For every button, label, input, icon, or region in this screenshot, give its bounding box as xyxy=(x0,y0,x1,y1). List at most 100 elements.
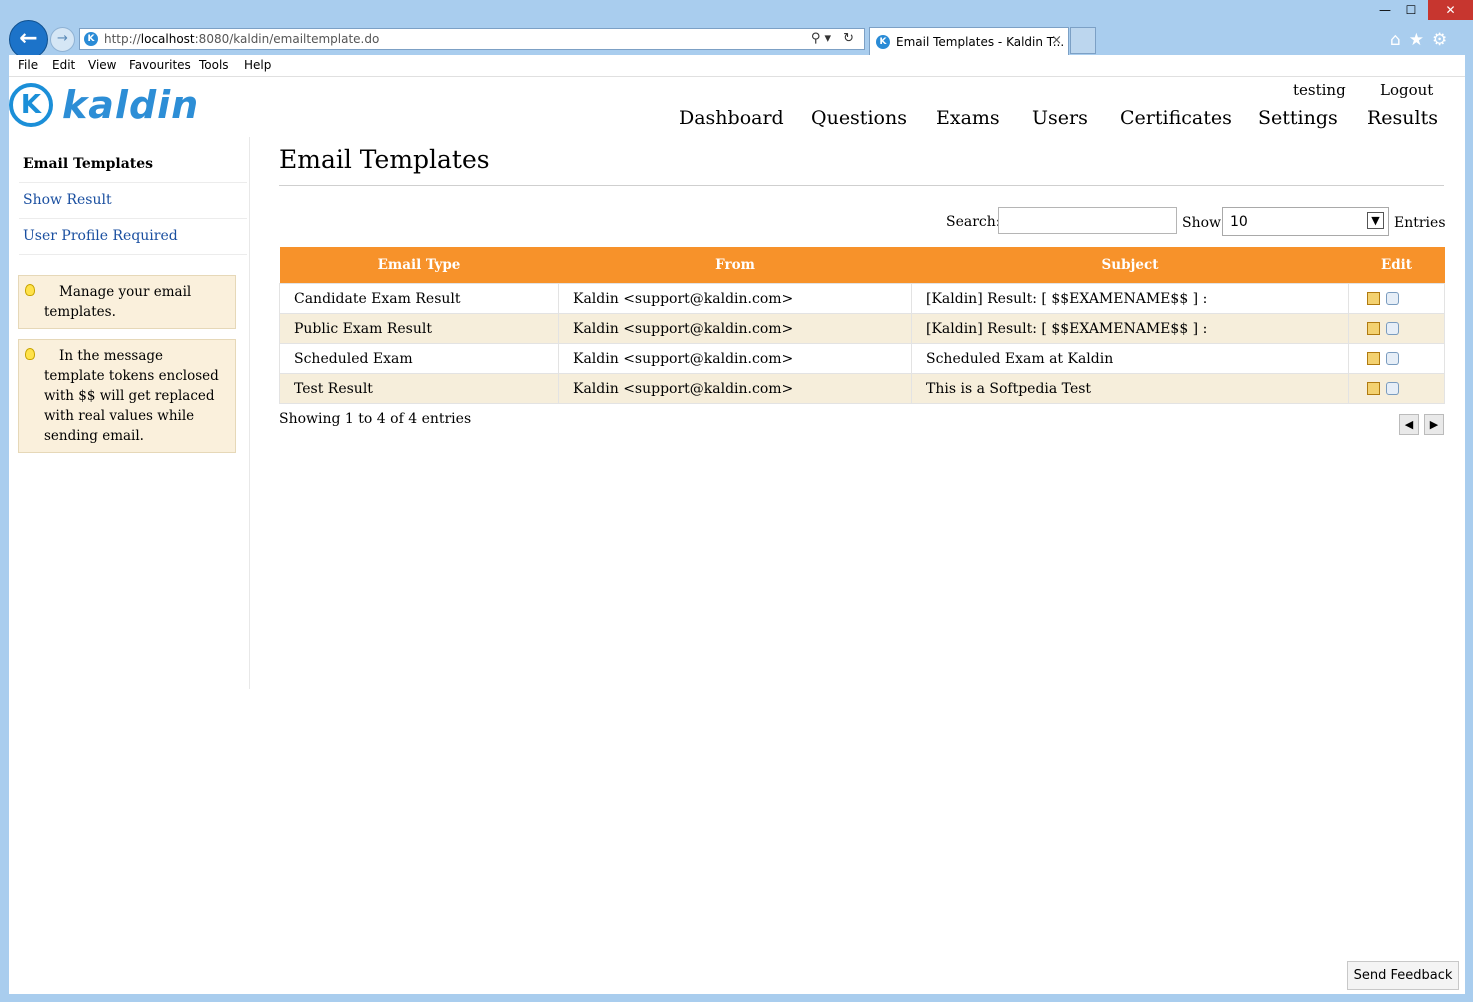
logo-text: kaldin xyxy=(62,83,200,127)
nav-settings[interactable]: Settings xyxy=(1258,107,1338,129)
url-prefix: http:// xyxy=(104,32,141,46)
home-icon[interactable]: ⌂ xyxy=(1390,30,1409,50)
table-row: Scheduled Exam Kaldin <support@kaldin.co… xyxy=(279,343,1445,374)
menu-tools[interactable]: Tools xyxy=(199,58,229,72)
cell-email-type: Scheduled Exam xyxy=(279,343,559,374)
lightbulb-icon xyxy=(25,284,35,296)
maximize-button[interactable]: ☐ xyxy=(1394,0,1428,20)
url-host: localhost xyxy=(140,32,195,46)
gear-icon[interactable]: ⚙ xyxy=(1432,30,1455,50)
kaldin-logo[interactable]: K kaldin xyxy=(9,83,198,133)
title-divider xyxy=(279,185,1444,186)
page-content: K kaldin testing Logout Dashboard Questi… xyxy=(9,77,1465,994)
nav-users[interactable]: Users xyxy=(1032,107,1088,129)
logout-link[interactable]: Logout xyxy=(1380,81,1433,99)
preview-icon[interactable] xyxy=(1386,322,1399,335)
column-header-email-type[interactable]: Email Type xyxy=(279,247,559,284)
cell-edit xyxy=(1348,313,1445,344)
new-tab-button[interactable] xyxy=(1070,27,1096,54)
send-feedback-button[interactable]: Send Feedback xyxy=(1347,961,1459,990)
nav-certificates[interactable]: Certificates xyxy=(1120,107,1232,129)
page-size-value: 10 xyxy=(1230,214,1248,230)
tab-favicon-icon: K xyxy=(876,35,890,49)
menu-edit[interactable]: Edit xyxy=(52,58,75,72)
url-path: :8080/kaldin/emailtemplate.do xyxy=(194,32,380,46)
page-title: Email Templates xyxy=(279,145,490,174)
sidebar-item-show-result[interactable]: Show Result xyxy=(23,192,112,208)
browser-window: ← → K http://localhost:8080/kaldin/email… xyxy=(0,0,1473,1002)
next-page-button[interactable]: ▶ xyxy=(1424,414,1444,435)
search-label: Search: xyxy=(946,214,1001,230)
nav-results[interactable]: Results xyxy=(1367,107,1438,129)
cell-email-type: Candidate Exam Result xyxy=(279,283,559,314)
back-button[interactable]: ← xyxy=(9,20,48,59)
menu-favourites[interactable]: Favourites xyxy=(129,58,191,72)
edit-icon[interactable] xyxy=(1367,382,1380,395)
edit-icon[interactable] xyxy=(1367,322,1380,335)
column-header-edit: Edit xyxy=(1348,247,1445,284)
browser-right-tools: ⌂★⚙ xyxy=(1390,30,1455,50)
username-link[interactable]: testing xyxy=(1293,81,1346,99)
nav-dashboard[interactable]: Dashboard xyxy=(679,107,784,129)
pagination-info: Showing 1 to 4 of 4 entries xyxy=(279,411,472,427)
forward-button[interactable]: → xyxy=(50,27,75,52)
tab-close-icon[interactable]: × xyxy=(1051,33,1062,48)
tip-box: In the message template tokens enclosed … xyxy=(18,339,236,453)
cell-subject: [Kaldin] Result: [ $$EXAMENAME$$ ] : xyxy=(911,313,1349,344)
chevron-down-icon[interactable]: ▼ xyxy=(1367,212,1384,229)
column-header-from[interactable]: From xyxy=(558,247,912,284)
lightbulb-icon xyxy=(25,348,35,360)
edit-icon[interactable] xyxy=(1367,292,1380,305)
search-input[interactable] xyxy=(998,207,1177,234)
url-text: http://localhost:8080/kaldin/emailtempla… xyxy=(104,32,379,46)
cell-subject: This is a Softpedia Test xyxy=(911,373,1349,404)
menu-file[interactable]: File xyxy=(18,58,38,72)
tip-text: Manage your email templates. xyxy=(44,284,192,320)
table-row: Test Result Kaldin <support@kaldin.com> … xyxy=(279,373,1445,404)
logo-mark-icon: K xyxy=(9,83,53,127)
cell-edit xyxy=(1348,283,1445,314)
search-refresh-icon[interactable]: ⚲▾ ↻ xyxy=(811,31,858,46)
tip-box: Manage your email templates. xyxy=(18,275,236,329)
sidebar-divider xyxy=(19,254,247,255)
browser-tab[interactable]: K Email Templates - Kaldin T... × xyxy=(869,27,1069,55)
page-size-select[interactable]: 10 ▼ xyxy=(1222,207,1389,236)
cell-subject: Scheduled Exam at Kaldin xyxy=(911,343,1349,374)
cell-edit xyxy=(1348,343,1445,374)
menu-help[interactable]: Help xyxy=(244,58,271,72)
sidebar-item-user-profile-required[interactable]: User Profile Required xyxy=(23,228,178,244)
entries-label: Entries xyxy=(1394,215,1446,231)
cell-from: Kaldin <support@kaldin.com> xyxy=(558,343,912,374)
nav-questions[interactable]: Questions xyxy=(811,107,907,129)
star-icon[interactable]: ★ xyxy=(1409,30,1432,50)
site-favicon-icon: K xyxy=(84,32,98,46)
sidebar-divider xyxy=(19,182,247,183)
preview-icon[interactable] xyxy=(1386,382,1399,395)
cell-subject: [Kaldin] Result: [ $$EXAMENAME$$ ] : xyxy=(911,283,1349,314)
show-label: Show xyxy=(1182,215,1222,231)
previous-page-button[interactable]: ◀ xyxy=(1399,414,1419,435)
cell-edit xyxy=(1348,373,1445,404)
table-header-row: Email Type From Subject Edit xyxy=(279,247,1445,284)
table-row: Candidate Exam Result Kaldin <support@ka… xyxy=(279,283,1445,314)
preview-icon[interactable] xyxy=(1386,292,1399,305)
cell-email-type: Public Exam Result xyxy=(279,313,559,344)
sidebar: Email Templates Show Result User Profile… xyxy=(9,137,250,689)
menu-bar: File Edit View Favourites Tools Help xyxy=(9,55,1465,77)
table-row: Public Exam Result Kaldin <support@kaldi… xyxy=(279,313,1445,344)
edit-icon[interactable] xyxy=(1367,352,1380,365)
close-window-button[interactable]: ✕ xyxy=(1428,0,1473,20)
sidebar-divider xyxy=(19,218,247,219)
column-header-subject[interactable]: Subject xyxy=(911,247,1349,284)
email-templates-table: Email Type From Subject Edit Candidate E… xyxy=(279,247,1445,404)
address-bar[interactable]: K http://localhost:8080/kaldin/emailtemp… xyxy=(79,28,865,50)
cell-from: Kaldin <support@kaldin.com> xyxy=(558,313,912,344)
cell-email-type: Test Result xyxy=(279,373,559,404)
preview-icon[interactable] xyxy=(1386,352,1399,365)
sidebar-item-email-templates[interactable]: Email Templates xyxy=(23,156,153,172)
menu-view[interactable]: View xyxy=(88,58,116,72)
nav-exams[interactable]: Exams xyxy=(936,107,1000,129)
cell-from: Kaldin <support@kaldin.com> xyxy=(558,283,912,314)
browser-toolbar: ← → K http://localhost:8080/kaldin/email… xyxy=(0,0,1473,59)
cell-from: Kaldin <support@kaldin.com> xyxy=(558,373,912,404)
